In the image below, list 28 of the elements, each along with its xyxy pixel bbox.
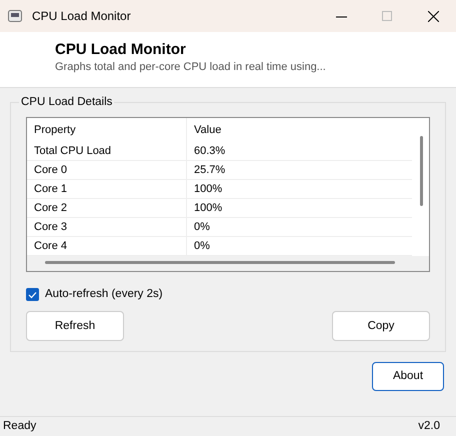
table-cell: Core 3 [27,218,187,236]
table-cell-text: 0% [193,220,210,235]
copy-button[interactable]: Copy [332,311,430,342]
table-cell-text: 0% [193,239,210,254]
refresh-button[interactable]: Refresh [26,311,124,342]
window-title: CPU Load Monitor [32,8,131,25]
table-cell: Total CPU Load [27,142,187,160]
table-cell: Core 1 [27,180,187,198]
checkbox[interactable] [26,288,39,302]
status-text: Ready [3,418,36,434]
app-icon [8,10,22,22]
column-header[interactable]: Property [27,118,187,142]
table-cell: Core 4 [27,237,187,255]
about-button[interactable]: About [372,362,444,391]
table-cell-text: 100% [193,182,222,197]
column-header[interactable]: Value [187,118,222,142]
checkbox-label[interactable]: Auto-refresh (every 2s) [45,286,163,304]
header-title: CPU Load Monitor [55,40,187,59]
vertical-scrollbar[interactable] [420,136,423,206]
table-cell-text: 25.7% [193,163,226,178]
table-cell: Core 0 [27,161,187,179]
table-cell-text: 100% [193,201,222,216]
horizontal-scrollbar[interactable] [45,261,395,264]
header-subtitle: Graphs total and per-core CPU load in real time using... [55,60,327,75]
table-cell: Core 2 [27,199,187,217]
table-cell-text: 60.3% [193,144,226,159]
close-icon[interactable] [428,10,438,22]
version-label: v2.0 [418,418,440,434]
